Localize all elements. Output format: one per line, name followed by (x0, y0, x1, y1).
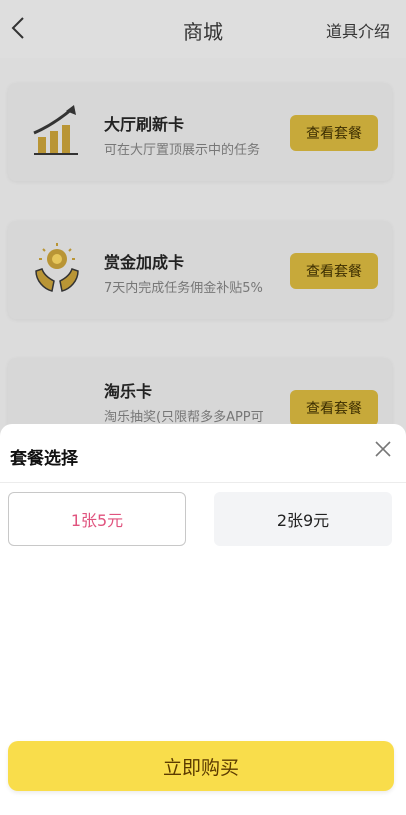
package-select-sheet: 套餐选择 1张5元 2张9元 立即购买 (0, 424, 406, 815)
card-description: 7天内完成任务佣金补贴5% (104, 281, 263, 296)
card-title: 赏金加成卡 (104, 253, 185, 272)
sheet-title: 套餐选择 (10, 449, 78, 469)
package-option-2[interactable]: 2张9元 (214, 492, 392, 546)
option-label: 1张5元 (70, 511, 124, 530)
bar-growth-icon (30, 103, 84, 157)
divider (0, 482, 406, 483)
card-description: 淘乐抽奖(只限帮多多APP可 (104, 410, 264, 425)
view-package-button[interactable]: 查看套餐 (290, 115, 378, 151)
product-card-hall-refresh: 大厅刷新卡 可在大厅置顶展示中的任务 查看套餐 (8, 83, 392, 181)
option-label: 2张9元 (276, 511, 330, 530)
close-icon[interactable] (374, 440, 392, 458)
buy-now-button[interactable]: 立即购买 (8, 741, 394, 791)
view-package-button[interactable]: 查看套餐 (290, 390, 378, 426)
card-description: 可在大厅置顶展示中的任务 (104, 143, 261, 158)
item-intro-link[interactable]: 道具介绍 (326, 18, 390, 42)
package-option-1[interactable]: 1张5元 (8, 492, 186, 546)
top-bar: 商城 道具介绍 (0, 0, 406, 58)
hands-coin-icon (30, 241, 84, 295)
card-title: 淘乐卡 (104, 382, 153, 401)
view-package-button[interactable]: 查看套餐 (290, 253, 378, 289)
card-title: 大厅刷新卡 (104, 115, 185, 134)
product-card-bounty-bonus: 赏金加成卡 7天内完成任务佣金补贴5% 查看套餐 (8, 221, 392, 319)
